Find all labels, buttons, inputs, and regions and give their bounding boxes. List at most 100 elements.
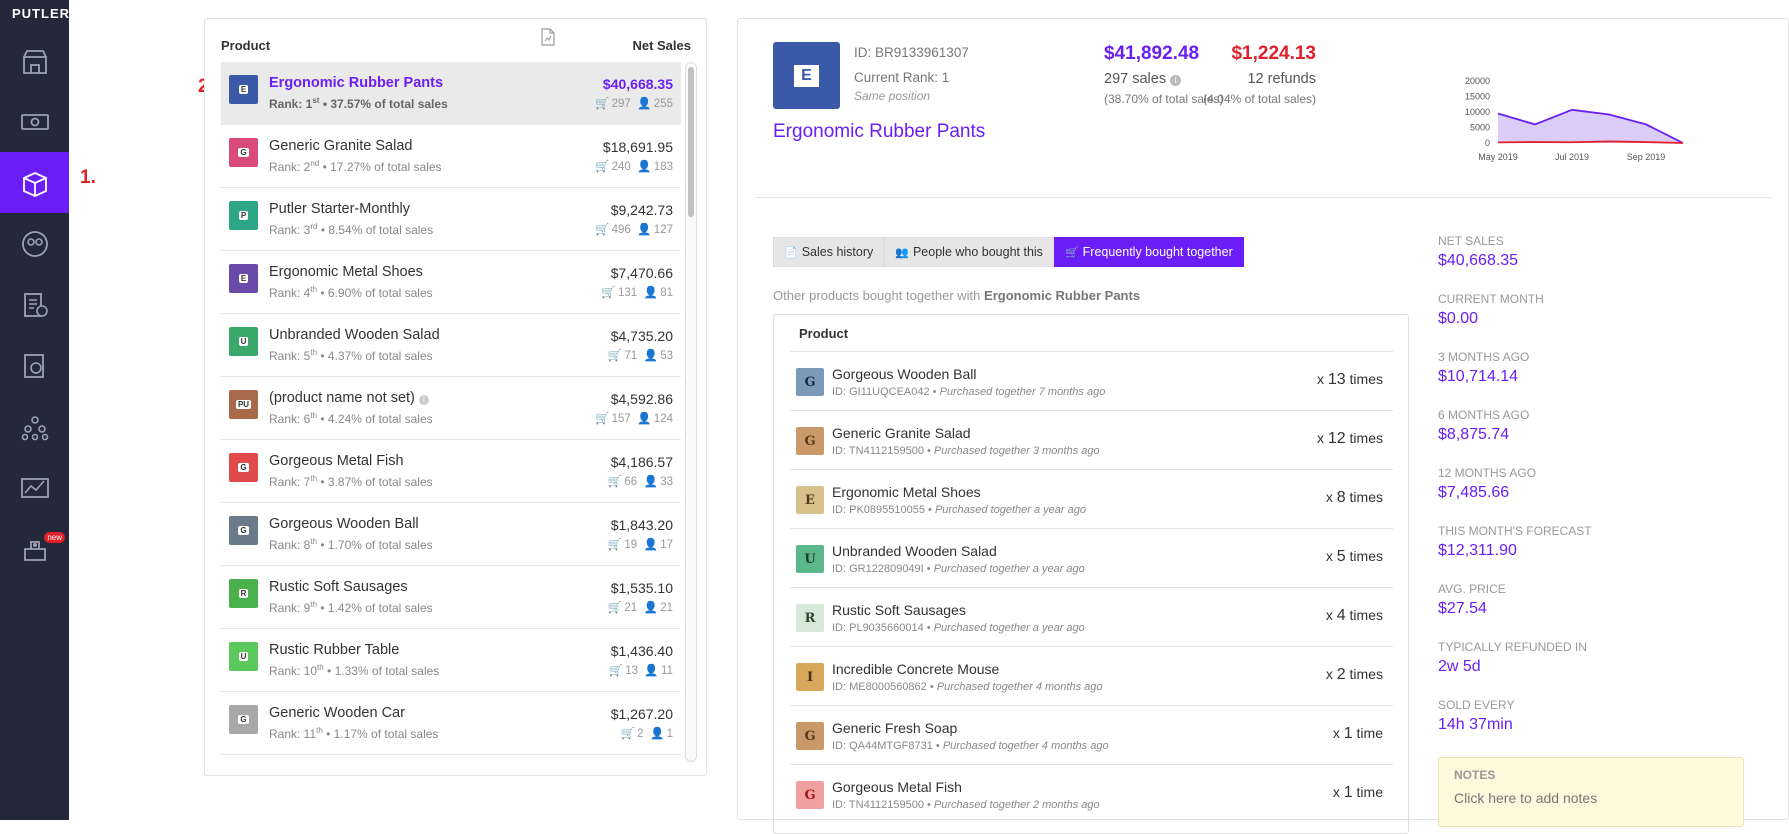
product-thumbnail: G [796,427,824,455]
product-rank: Rank: 7th • 3.87% of total sales [269,474,433,489]
fbt-product-meta: ID: PK0895510055 • Purchased together a … [832,504,1086,516]
y-tick-label: 5000 [1470,123,1490,133]
cart-icon: 🛒 [608,665,623,677]
tab-frequently-bought-together[interactable]: 🛒 Frequently bought together [1053,237,1244,267]
sales-trend-chart: 20000 15000 10000 5000 0 May 2019 Jul 2019 Sep … [1465,76,1684,162]
product-row[interactable]: G Gorgeous Metal Fish Rank: 7th • 3.87% … [221,440,681,503]
tab-people-who-bought-this[interactable]: 👥 People who bought this [884,237,1054,267]
product-thumbnail: U [796,545,824,573]
product-thumbnail: R [229,579,258,608]
export-icon[interactable] [540,28,556,46]
nav-item-apps[interactable]: new [0,518,69,579]
product-thumbnail: R [796,604,824,632]
fbt-row[interactable]: I Incredible Concrete Mouse ID: ME800056… [790,646,1393,705]
product-thumbnail: I [796,663,824,691]
product-row[interactable]: E Ergonomic Rubber Pants Rank: 1st • 37.… [221,62,681,125]
fbt-product-meta: ID: TN4112159500 • Purchased together 2 … [832,799,1100,811]
nav-item-transactions[interactable] [0,274,69,335]
info-icon[interactable]: i [1170,75,1182,86]
nav-item-customers[interactable] [0,213,69,274]
product-counts: 🛒 157 👤 124 [594,413,673,425]
nav-item-affiliates[interactable] [0,396,69,457]
product-name: Ergonomic Metal Shoes [269,264,423,280]
stat-label: 12 Months Ago [1438,466,1537,480]
product-row[interactable]: PU (product name not set) i Rank: 6th • 4… [221,377,681,440]
cart-icon: 🛒 [607,350,623,362]
user-icon: 👤 [649,728,665,740]
stat-label: Net Sales [1438,234,1504,248]
x-tick-label: Jul 2019 [1555,152,1589,162]
product-row[interactable]: G Generic Wooden Car Rank: 11th • 1.17% … [221,692,681,755]
product-net-sales: $4,186.57 [610,454,673,470]
stat-value: $12,311.90 [1438,542,1517,559]
cart-icon: 🛒 [607,602,623,614]
col-net-sales[interactable]: Net Sales [632,38,691,53]
user-icon: 👤 [643,476,658,488]
notes-box[interactable]: Notes Click here to add notes [1438,757,1744,827]
stat-value: 14h 37min [1438,716,1513,733]
nav-item-subscriptions[interactable] [0,335,69,396]
fbt-row[interactable]: U Unbranded Wooden Salad ID: GR12280904​… [790,528,1393,587]
stat-item: Net Sales $40,668.35 [1438,234,1738,292]
fbt-row[interactable]: G Generic Granite Salad ID: TN4112159500… [790,410,1393,469]
stat-item: 12 Months Ago $7,485.66 [1438,466,1738,524]
tab-sales-history[interactable]: 📄 Sales history [773,237,885,267]
notes-placeholder[interactable]: Click here to add notes [1454,790,1728,806]
divider [755,197,1772,198]
y-tick-label: 20000 [1465,76,1490,86]
notes-label: Notes [1454,768,1496,782]
fbt-row[interactable]: R Rustic Soft Sausages ID: PL9035660014 … [790,587,1393,646]
product-rank: Rank: 5th • 4.37% of total sales [269,348,433,363]
user-icon: 👤 [643,539,658,551]
product-thumbnail: U [229,327,258,356]
nav-item-insights[interactable] [0,457,69,518]
fbt-count: x 4 times [1325,607,1383,624]
cart-icon: 🛒 [601,287,616,299]
fbt-count: x 13 times [1316,371,1383,388]
product-list-scrollbar[interactable] [685,62,697,762]
nav-item-money[interactable] [0,91,69,152]
product-row[interactable]: G Generic Granite Salad Rank: 2nd • 17.2… [221,125,681,188]
product-net-sales: $9,242.73 [610,202,673,218]
product-row[interactable]: G Gorgeous Wooden Ball Rank: 8th • 1.70%… [221,503,681,566]
subscriptions-icon [23,353,44,378]
product-row[interactable]: U Rustic Rubber Table Rank: 10th • 1.33%… [221,629,681,692]
doc-icon: 📄 [784,246,798,259]
product-name: (product name not set) i [269,390,429,406]
product-thumbnail: U [229,642,258,671]
fbt-row[interactable]: E Ergonomic Metal Shoes ID: PK0895510055… [790,469,1393,528]
product-thumbnail: G [229,453,258,482]
product-image: E [773,42,840,109]
product-row[interactable]: E Ergonomic Metal Shoes Rank: 4th • 6.90… [221,251,681,314]
product-thumbnail: G [796,722,824,750]
product-stats: Net Sales $40,668.35 Current Month $0.00 3 M… [1438,234,1738,756]
product-row[interactable]: P Putler Starter-Monthly Rank: 3rd • 8.5… [221,188,681,251]
stat-item: Avg. Price $27.54 [1438,582,1738,640]
product-name: Unbranded Wooden Salad [269,327,440,343]
product-counts: 🛒 66 👤 33 [607,476,673,488]
fbt-row[interactable]: G Gorgeous Metal Fish ID: TN4112159500 •… [790,764,1393,823]
nav-item-box[interactable] [0,152,69,213]
y-tick-label: 0 [1485,138,1490,148]
product-position-note: Same position [854,89,931,103]
fbt-row[interactable]: G Gorgeous Wooden Ball ID: GI11UQCEA042 … [790,351,1393,410]
cart-icon: 🛒 [594,98,610,110]
user-icon: 👤 [637,224,652,236]
nav-item-store[interactable] [0,30,69,91]
fbt-row[interactable]: G Generic Fresh Soap ID: QA44MTGF8731 • … [790,705,1393,764]
sidebar: PUTLER new [0,0,69,820]
product-net-sales: $7,470.66 [610,265,673,281]
info-icon[interactable]: i [418,395,429,405]
cart-icon: 🛒 [620,728,635,740]
cart-icon: 🛒 [594,413,610,425]
series-area [1498,109,1683,143]
product-net-sales: $4,592.86 [610,391,673,407]
product-counts: 🛒 2 👤 1 [620,728,673,740]
product-rank: Rank: 9th • 1.42% of total sales [269,600,433,615]
fbt-count: x 1 time [1332,784,1383,801]
product-row[interactable]: R Rustic Soft Sausages Rank: 9th • 1.42%… [221,566,681,629]
product-current-rank: Current Rank: 1 [854,70,950,85]
product-row[interactable]: U Unbranded Wooden Salad Rank: 5th • 4.3… [221,314,681,377]
product-id: ID: BR9133961307 [854,45,969,60]
product-net-sales: $1,843.20 [610,517,673,533]
